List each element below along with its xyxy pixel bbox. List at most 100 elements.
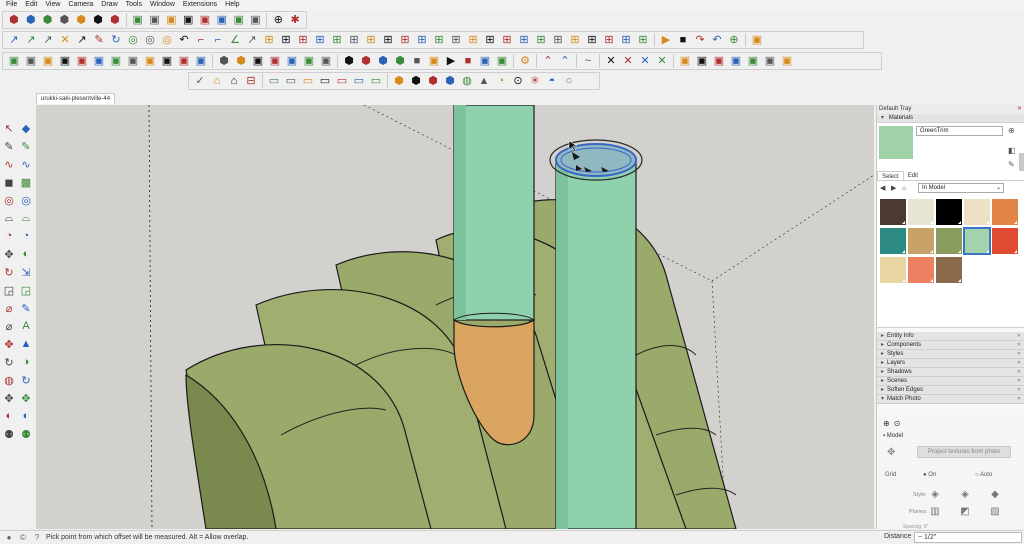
toolbar-tool-icon[interactable]: ⊞ bbox=[380, 32, 396, 48]
left-tool-icon[interactable]: ◔ bbox=[1, 228, 17, 244]
plane-yz-icon[interactable]: ▨ bbox=[989, 506, 1001, 518]
left-tool-icon[interactable]: ◔ bbox=[18, 228, 34, 244]
toolbar-tool-icon[interactable]: ▣ bbox=[193, 53, 209, 69]
toolbar-tool-icon[interactable]: ▣ bbox=[40, 53, 56, 69]
left-tool-icon[interactable]: ✥ bbox=[1, 336, 17, 352]
toolbar-tool-icon[interactable]: ⊞ bbox=[584, 32, 600, 48]
toolbar-tool-icon[interactable]: ▣ bbox=[197, 12, 213, 28]
toolbar-tool-icon[interactable]: ▭ bbox=[351, 73, 367, 89]
toolbar-tool-icon[interactable]: ▶ bbox=[443, 53, 459, 69]
toolbar-tool-icon[interactable]: ⊕ bbox=[726, 32, 742, 48]
material-swatch[interactable] bbox=[936, 228, 962, 254]
toolbar-tool-icon[interactable]: ▣ bbox=[267, 53, 283, 69]
toolbar-tool-icon[interactable]: ▣ bbox=[231, 12, 247, 28]
tab-select[interactable]: Select bbox=[877, 171, 904, 180]
toolbar-tool-icon[interactable]: ■ bbox=[409, 53, 425, 69]
library-select[interactable]: In Model ⌄ bbox=[918, 183, 1004, 193]
left-tool-icon[interactable]: ◎ bbox=[18, 192, 34, 208]
close-icon[interactable]: ✕ bbox=[1017, 386, 1021, 395]
style-plane-icon[interactable]: ◆ bbox=[989, 489, 1001, 501]
left-tool-icon[interactable]: ▩ bbox=[18, 174, 34, 190]
toolbar-tool-icon[interactable]: ✎ bbox=[91, 32, 107, 48]
menu-window[interactable]: Window bbox=[146, 0, 179, 10]
bucket-icon[interactable]: ◧ bbox=[1008, 147, 1016, 155]
plane-xy-icon[interactable]: ▥ bbox=[929, 506, 941, 518]
toolbar-tool-icon[interactable]: ⌐ bbox=[193, 32, 209, 48]
close-icon[interactable]: ✕ bbox=[1017, 105, 1022, 114]
left-tool-icon[interactable]: ⌀ bbox=[1, 300, 17, 316]
toolbar-tool-icon[interactable]: ⊞ bbox=[567, 32, 583, 48]
menu-camera[interactable]: Camera bbox=[64, 0, 97, 10]
toolbar-tool-icon[interactable]: ⊞ bbox=[465, 32, 481, 48]
left-tool-icon[interactable]: ▲ bbox=[18, 336, 34, 352]
toolbar-tool-icon[interactable]: ▣ bbox=[214, 12, 230, 28]
menu-draw[interactable]: Draw bbox=[97, 0, 121, 10]
toolbar-tool-icon[interactable]: ⬢ bbox=[408, 73, 424, 89]
plane-xz-icon[interactable]: ◩ bbox=[959, 506, 971, 518]
toolbar-tool-icon[interactable]: ↗ bbox=[74, 32, 90, 48]
close-icon[interactable]: ✕ bbox=[1017, 359, 1021, 368]
materials-panel-header[interactable]: ▾ Materials bbox=[877, 114, 1024, 123]
toolbar-tool-icon[interactable]: ⊞ bbox=[295, 32, 311, 48]
left-tool-icon[interactable]: ◼ bbox=[1, 174, 17, 190]
toolbar-tool-icon[interactable]: ⬢ bbox=[358, 53, 374, 69]
toolbar-tool-icon[interactable]: ⬢ bbox=[90, 12, 106, 28]
project-textures-button[interactable]: Project textures from photo bbox=[917, 446, 1011, 458]
toolbar-tool-icon[interactable]: ✕ bbox=[603, 53, 619, 69]
close-icon[interactable]: ✕ bbox=[1017, 377, 1021, 386]
sample-paint-icon[interactable]: ✎ bbox=[1008, 161, 1016, 169]
panel-header-match-photo[interactable]: ▾ Match Photo ✕ bbox=[877, 395, 1024, 404]
style-cube-icon[interactable]: ◈ bbox=[929, 489, 941, 501]
left-tool-icon[interactable]: ↖ bbox=[1, 120, 17, 136]
toolbar-tool-icon[interactable]: ↗ bbox=[244, 32, 260, 48]
toolbar-tool-icon[interactable]: ⊞ bbox=[414, 32, 430, 48]
material-swatch[interactable] bbox=[880, 199, 906, 225]
toolbar-tool-icon[interactable]: ▣ bbox=[477, 53, 493, 69]
toolbar-tool-icon[interactable]: ⚙ bbox=[517, 53, 533, 69]
toolbar-tool-icon[interactable]: ▣ bbox=[108, 53, 124, 69]
material-name-field[interactable]: GreenTrim bbox=[916, 126, 1003, 136]
left-tool-icon[interactable]: ↻ bbox=[1, 264, 17, 280]
menu-view[interactable]: View bbox=[41, 0, 64, 10]
left-tool-icon[interactable]: ✎ bbox=[18, 138, 34, 154]
left-tool-icon[interactable]: ◐ bbox=[1, 408, 17, 424]
toolbar-tool-icon[interactable]: ⌃ bbox=[557, 53, 573, 69]
close-icon[interactable]: ✕ bbox=[1017, 368, 1021, 377]
left-tool-icon[interactable]: A bbox=[18, 318, 34, 334]
menu-extensions[interactable]: Extensions bbox=[179, 0, 221, 10]
toolbar-tool-icon[interactable]: ⊞ bbox=[448, 32, 464, 48]
toolbar-tool-icon[interactable]: ○ bbox=[561, 73, 577, 89]
add-photo-icon[interactable]: ⊕ bbox=[883, 419, 890, 428]
left-tool-icon[interactable]: ✥ bbox=[18, 390, 34, 406]
toolbar-tool-icon[interactable]: ▣ bbox=[728, 53, 744, 69]
toolbar-tool-icon[interactable]: ✕ bbox=[620, 53, 636, 69]
style-cube-alt-icon[interactable]: ◈ bbox=[959, 489, 971, 501]
toolbar-tool-icon[interactable]: ▣ bbox=[426, 53, 442, 69]
toolbar-tool-icon[interactable]: ✕ bbox=[637, 53, 653, 69]
toolbar-tool-icon[interactable]: ▣ bbox=[159, 53, 175, 69]
material-swatch[interactable] bbox=[880, 228, 906, 254]
material-swatch[interactable] bbox=[992, 199, 1018, 225]
close-icon[interactable]: ✕ bbox=[1017, 332, 1021, 341]
material-swatch[interactable] bbox=[908, 228, 934, 254]
toolbar-tool-icon[interactable]: ⬢ bbox=[375, 53, 391, 69]
left-tool-icon[interactable]: ⌓ bbox=[1, 210, 17, 226]
toolbar-tool-icon[interactable]: ▣ bbox=[125, 53, 141, 69]
toolbar-tool-icon[interactable]: ▣ bbox=[711, 53, 727, 69]
close-icon[interactable]: ✕ bbox=[1017, 350, 1021, 359]
toolbar-tool-icon[interactable]: ▶ bbox=[658, 32, 674, 48]
toolbar-tool-icon[interactable]: ◍ bbox=[459, 73, 475, 89]
info-icon[interactable]: ● bbox=[4, 533, 14, 543]
toolbar-tool-icon[interactable]: ▭ bbox=[283, 73, 299, 89]
toolbar-tool-icon[interactable]: ⬢ bbox=[442, 73, 458, 89]
left-tool-icon[interactable]: ◑ bbox=[18, 354, 34, 370]
toolbar-tool-icon[interactable]: ▭ bbox=[300, 73, 316, 89]
left-tool-icon[interactable]: ✎ bbox=[18, 300, 34, 316]
toolbar-tool-icon[interactable]: ▭ bbox=[266, 73, 282, 89]
toolbar-tool-icon[interactable]: ▭ bbox=[317, 73, 333, 89]
toolbar-tool-icon[interactable]: ↗ bbox=[6, 32, 22, 48]
left-tool-icon[interactable]: ✥ bbox=[1, 246, 17, 262]
close-icon[interactable]: ✕ bbox=[1017, 341, 1021, 350]
toolbar-tool-icon[interactable]: ▣ bbox=[749, 32, 765, 48]
toolbar-tool-icon[interactable]: ⊞ bbox=[312, 32, 328, 48]
